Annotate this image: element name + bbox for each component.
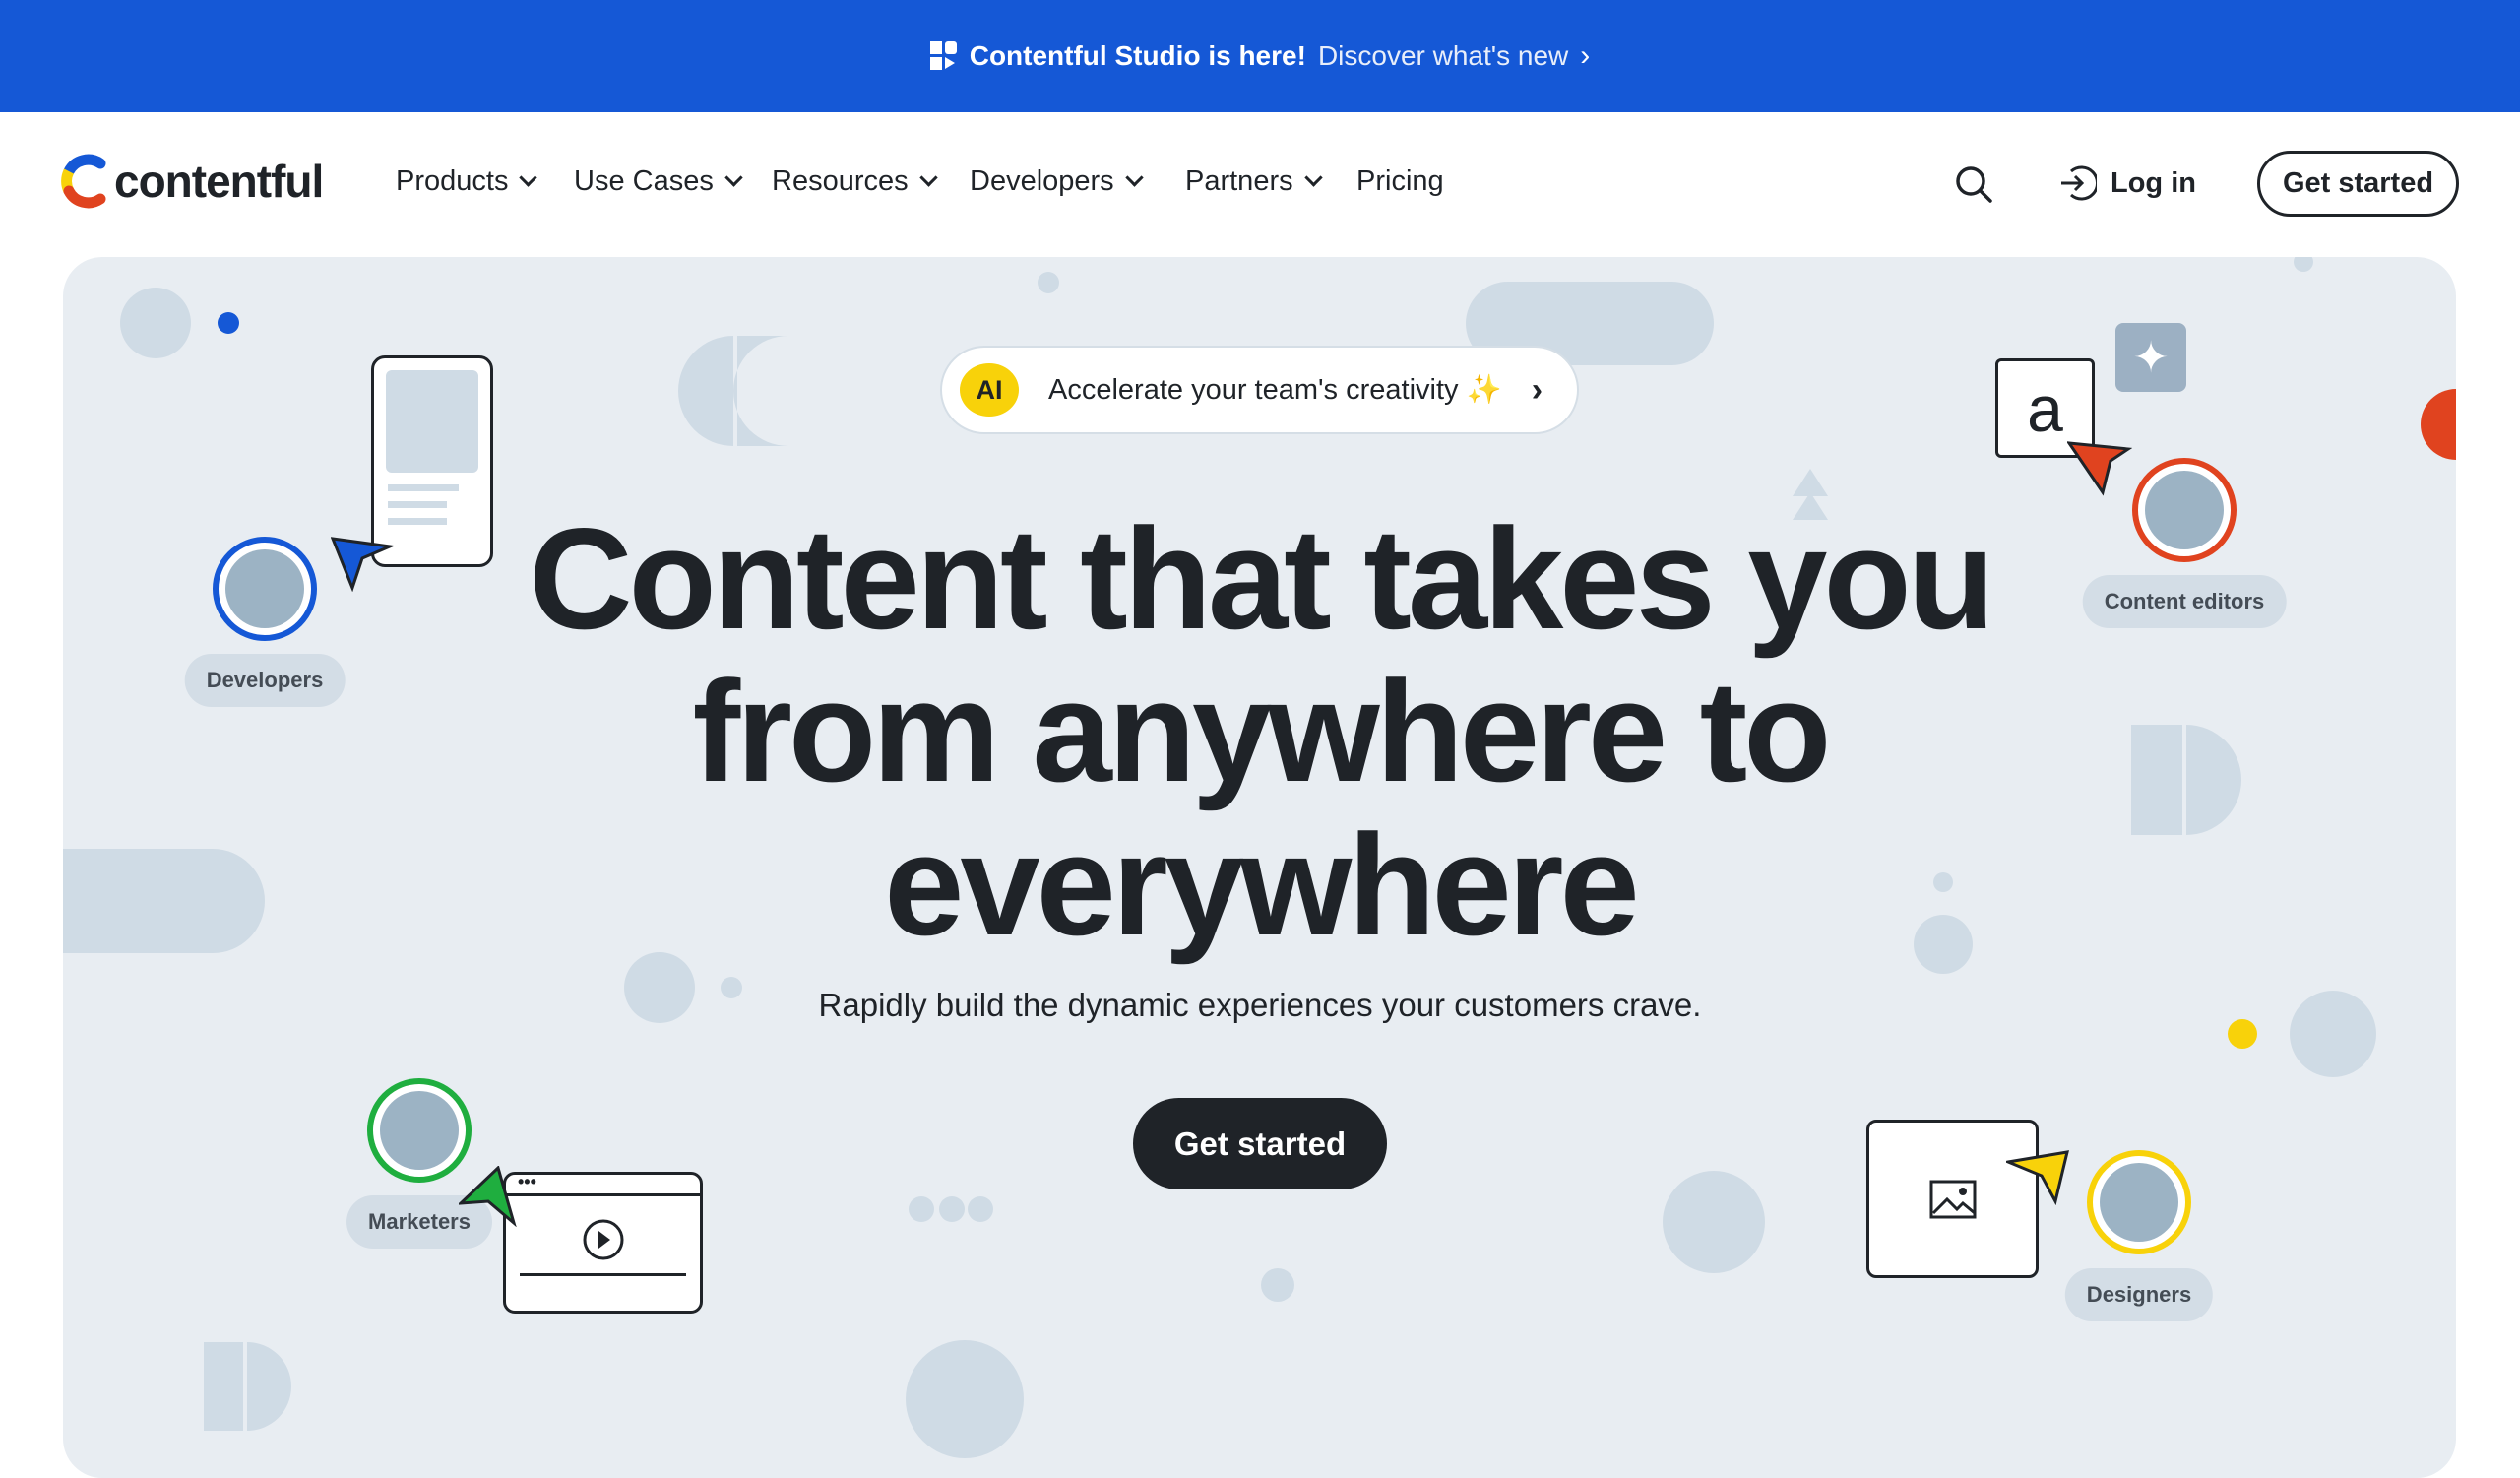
banner-link[interactable]: Discover what's new bbox=[1318, 40, 1568, 72]
decor-dot bbox=[909, 1196, 934, 1222]
nav-label: Products bbox=[396, 165, 509, 197]
hero-get-started-button[interactable]: Get started bbox=[1133, 1098, 1387, 1189]
ai-promo-pill[interactable]: AI Accelerate your team's creativity ✨ › bbox=[940, 346, 1579, 434]
nav-use-cases[interactable]: Use Cases bbox=[574, 165, 744, 198]
hero-headline-line-3: everywhere bbox=[884, 804, 1640, 965]
ai-badge: AI bbox=[960, 363, 1019, 417]
decor-circle bbox=[2421, 389, 2456, 460]
avatar-designer bbox=[2087, 1150, 2191, 1254]
hero-subtitle: Rapidly build the dynamic experiences yo… bbox=[818, 987, 1702, 1023]
logo[interactable]: contentful bbox=[61, 154, 324, 209]
chevron-down-icon bbox=[724, 168, 743, 187]
avatar-content-editor bbox=[2132, 458, 2236, 562]
sparkle-icon: ✦ bbox=[2115, 323, 2186, 392]
nav-developers[interactable]: Developers bbox=[970, 165, 1145, 198]
login-icon bbox=[2061, 165, 2097, 201]
avatar-developer bbox=[213, 537, 317, 641]
decor-dot bbox=[218, 312, 239, 334]
avatar-marketer bbox=[367, 1078, 472, 1183]
decor-circle bbox=[906, 1340, 1024, 1458]
studio-icon bbox=[929, 41, 957, 70]
quote-shape-icon bbox=[678, 336, 788, 446]
decor-circle bbox=[120, 288, 191, 358]
nav-label: Use Cases bbox=[574, 165, 714, 197]
contentful-logo-icon bbox=[61, 154, 106, 209]
persona-tag-developers: Developers bbox=[184, 654, 346, 707]
nav-products[interactable]: Products bbox=[396, 165, 538, 198]
decor-dot bbox=[2294, 257, 2313, 272]
chevron-right-icon: › bbox=[1531, 370, 1544, 409]
chevron-down-icon bbox=[1303, 168, 1323, 187]
decor-dot bbox=[968, 1196, 993, 1222]
nav-label: Developers bbox=[970, 165, 1114, 197]
play-icon bbox=[583, 1219, 623, 1260]
cursor-yellow-icon bbox=[2006, 1150, 2069, 1205]
image-icon bbox=[1929, 1180, 1976, 1218]
chevron-down-icon bbox=[918, 168, 938, 187]
nav-resources[interactable]: Resources bbox=[772, 165, 939, 198]
cursor-blue-icon bbox=[331, 537, 394, 592]
decor-dot bbox=[1261, 1268, 1294, 1302]
nav-label: Resources bbox=[772, 165, 909, 197]
nav-partners[interactable]: Partners bbox=[1185, 165, 1324, 198]
get-started-button[interactable]: Get started bbox=[2257, 151, 2459, 217]
chevron-down-icon bbox=[1124, 168, 1144, 187]
logo-text: contentful bbox=[114, 156, 324, 207]
phone-illustration bbox=[371, 355, 493, 567]
decor-dot bbox=[939, 1196, 965, 1222]
video-player-illustration: ••• bbox=[503, 1172, 703, 1314]
chevron-down-icon bbox=[519, 168, 538, 187]
cursor-green-icon bbox=[459, 1166, 517, 1227]
persona-tag-content-editors: Content editors bbox=[2082, 575, 2287, 628]
search-icon[interactable] bbox=[1954, 164, 1993, 204]
nav-label: Pricing bbox=[1356, 165, 1444, 197]
nav-pricing[interactable]: Pricing bbox=[1356, 165, 1444, 198]
cursor-red-icon bbox=[2067, 441, 2132, 496]
banner-headline: Contentful Studio is here! bbox=[969, 40, 1306, 71]
login-label: Log in bbox=[2110, 166, 2196, 199]
hero-headline-line-2: from anywhere to bbox=[692, 651, 1832, 811]
announcement-banner[interactable]: Contentful Studio is here! Discover what… bbox=[0, 0, 2520, 112]
decor-dot bbox=[1038, 272, 1059, 293]
chevron-right-icon: › bbox=[1580, 39, 1591, 72]
persona-tag-designers: Designers bbox=[2064, 1268, 2214, 1321]
login-link[interactable]: Log in bbox=[2057, 163, 2196, 203]
nav-label: Partners bbox=[1185, 165, 1293, 197]
decor-circle bbox=[1663, 1171, 1765, 1273]
ai-promo-text: Accelerate your team's creativity ✨ bbox=[1048, 374, 1502, 406]
